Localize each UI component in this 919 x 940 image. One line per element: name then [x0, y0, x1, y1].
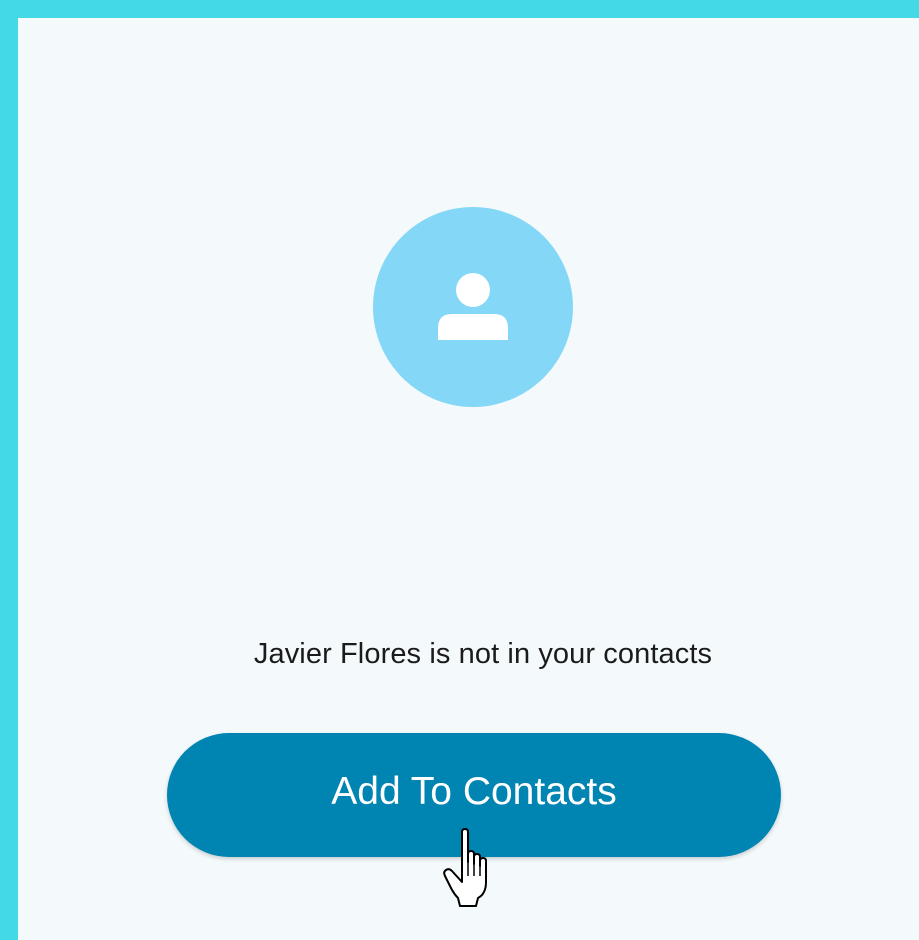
not-in-contacts-text: is not in your contacts	[421, 638, 713, 670]
contact-avatar	[373, 207, 573, 407]
not-in-contacts-message: Javier Flores is not in your contacts	[18, 638, 919, 671]
person-icon	[438, 273, 508, 340]
add-to-contacts-button[interactable]: Add To Contacts	[167, 733, 781, 857]
contact-name: Javier Flores	[253, 638, 422, 670]
contact-panel: Javier Flores is not in your contacts Ad…	[18, 18, 919, 940]
